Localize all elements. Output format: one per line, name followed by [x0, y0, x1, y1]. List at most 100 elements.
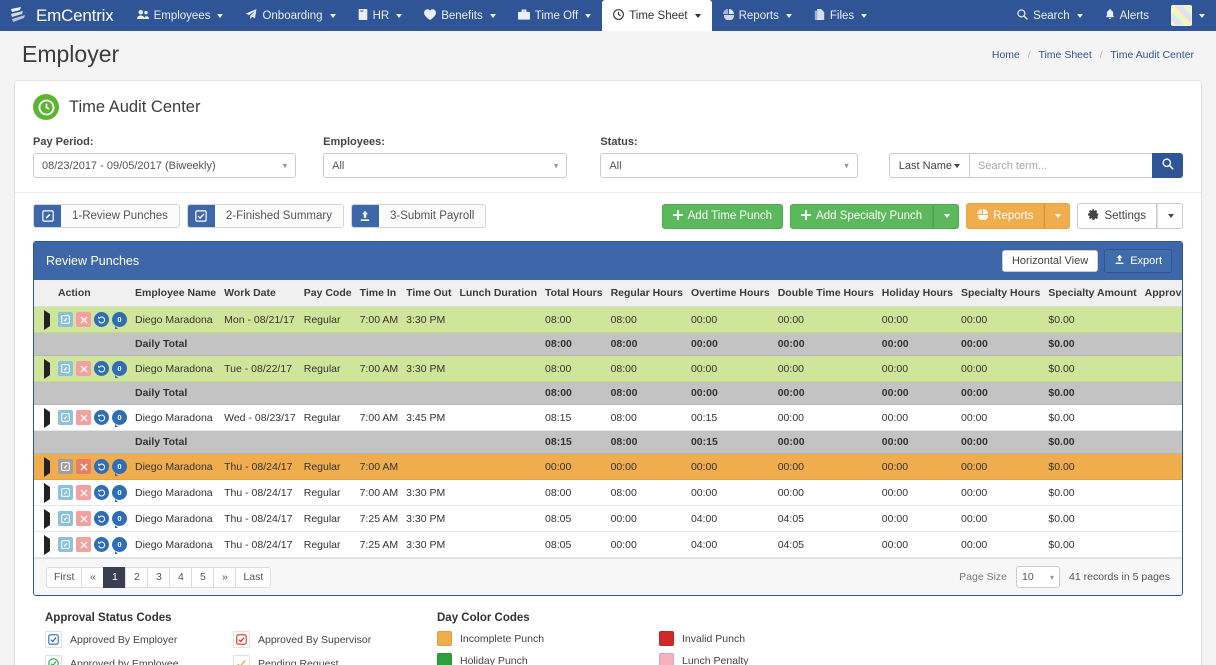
- brand-logo-link[interactable]: EmCentrix: [0, 0, 126, 31]
- expand-row-icon[interactable]: [44, 508, 50, 529]
- edit-icon[interactable]: [58, 410, 73, 425]
- th-time-in[interactable]: Time In: [355, 280, 403, 307]
- search-submit-button[interactable]: [1152, 153, 1183, 178]
- status-label: Status:: [600, 136, 638, 148]
- note-count-icon[interactable]: 0: [112, 410, 127, 427]
- settings-dropdown-toggle[interactable]: [1157, 203, 1183, 229]
- th-work-date[interactable]: Work Date: [220, 280, 300, 307]
- cell-overtime-hours: 00:00: [686, 479, 774, 506]
- history-revert-icon[interactable]: [94, 537, 109, 552]
- page-size-select[interactable]: 10 ▾: [1016, 566, 1061, 588]
- nav-item-files[interactable]: Files: [803, 0, 878, 31]
- history-revert-icon[interactable]: [94, 361, 109, 376]
- expand-row-icon[interactable]: [44, 534, 50, 555]
- step-review-punches[interactable]: 1-Review Punches: [33, 204, 180, 228]
- history-revert-icon[interactable]: [94, 410, 109, 425]
- nav-item-alerts[interactable]: Alerts: [1094, 0, 1160, 31]
- expand-row-icon[interactable]: [44, 482, 50, 503]
- expand-row-icon[interactable]: [44, 358, 50, 379]
- settings-button[interactable]: Settings: [1077, 203, 1157, 229]
- cell-lunch-duration: [455, 531, 542, 558]
- step-finished-summary[interactable]: 2-Finished Summary: [186, 204, 344, 228]
- employees-select[interactable]: All ▾: [323, 153, 568, 178]
- history-revert-icon[interactable]: [94, 485, 109, 500]
- page-button-5[interactable]: 5: [191, 566, 214, 588]
- breadcrumb-time-sheet[interactable]: Time Sheet: [1038, 49, 1091, 61]
- delete-x-icon[interactable]: [76, 361, 91, 376]
- reports-button[interactable]: Reports: [966, 203, 1045, 229]
- search-input[interactable]: [969, 153, 1152, 178]
- user-menu[interactable]: [1160, 0, 1216, 31]
- nav-item-time-sheet[interactable]: Time Sheet: [602, 0, 712, 31]
- th-pay-code[interactable]: Pay Code: [299, 280, 356, 307]
- delete-x-icon[interactable]: [76, 410, 91, 425]
- history-revert-icon[interactable]: [94, 511, 109, 526]
- breadcrumb-time-audit-center[interactable]: Time Audit Center: [1110, 49, 1194, 61]
- edit-icon[interactable]: [58, 537, 73, 552]
- nav-item-time-off[interactable]: Time Off: [507, 0, 602, 31]
- cell-lunch-duration: [455, 479, 542, 506]
- page-next-button[interactable]: »: [213, 566, 236, 588]
- th-double-time-hours[interactable]: Double Time Hours: [773, 280, 878, 307]
- nav-item-benefits[interactable]: Benefits: [413, 0, 507, 31]
- th-regular-hours[interactable]: Regular Hours: [606, 280, 687, 307]
- expand-row-icon[interactable]: [44, 309, 50, 330]
- th-time-out[interactable]: Time Out: [402, 280, 456, 307]
- add-time-punch-button[interactable]: Add Time Punch: [661, 203, 784, 229]
- th-lunch-duration[interactable]: Lunch Duration: [455, 280, 542, 307]
- th-action[interactable]: Action: [54, 280, 131, 307]
- note-count-icon[interactable]: 0: [112, 485, 127, 502]
- nav-item-hr[interactable]: HR: [347, 0, 414, 31]
- pay-period-select[interactable]: 08/23/2017 - 09/05/2017 (Biweekly) ▾: [33, 153, 297, 178]
- delete-x-icon[interactable]: [76, 537, 91, 552]
- page-button-1[interactable]: 1: [103, 566, 126, 588]
- page-last-button[interactable]: Last: [235, 566, 272, 588]
- th-specialty-amount[interactable]: Specialty Amount: [1044, 280, 1141, 307]
- th-holiday-hours[interactable]: Holiday Hours: [877, 280, 957, 307]
- th-approval[interactable]: Approval: [1140, 280, 1182, 307]
- expand-row-icon[interactable]: [44, 407, 50, 428]
- reports-dropdown-toggle[interactable]: [1044, 203, 1071, 229]
- cell-overtime-hours: 00:00: [686, 306, 774, 333]
- edit-icon[interactable]: [58, 459, 73, 474]
- delete-x-icon[interactable]: [76, 312, 91, 327]
- nav-item-onboarding[interactable]: Onboarding: [234, 0, 346, 31]
- th-total-hours[interactable]: Total Hours: [541, 280, 607, 307]
- edit-icon[interactable]: [58, 485, 73, 500]
- search-scope-dropdown[interactable]: Last Name: [888, 153, 969, 178]
- th-employee-name[interactable]: Employee Name: [131, 280, 221, 307]
- edit-icon[interactable]: [58, 312, 73, 327]
- history-revert-icon[interactable]: [94, 459, 109, 474]
- breadcrumb-home[interactable]: Home: [992, 49, 1020, 61]
- note-count-icon[interactable]: 0: [112, 537, 127, 554]
- expand-row-icon[interactable]: [44, 456, 50, 477]
- export-button[interactable]: Export: [1104, 249, 1172, 273]
- cell-time-in: [355, 381, 403, 405]
- cell-holiday-hours: 00:00: [877, 430, 957, 454]
- horizontal-view-button[interactable]: Horizontal View: [1001, 250, 1099, 272]
- delete-x-icon[interactable]: [76, 511, 91, 526]
- note-count-icon[interactable]: 0: [112, 459, 127, 476]
- page-button-2[interactable]: 2: [125, 566, 148, 588]
- edit-icon[interactable]: [58, 511, 73, 526]
- add-specialty-punch-dropdown-toggle[interactable]: [933, 203, 960, 229]
- status-select[interactable]: All ▾: [600, 153, 858, 178]
- nav-item-reports[interactable]: Reports: [712, 0, 803, 31]
- page-prev-button[interactable]: «: [81, 566, 104, 588]
- page-button-4[interactable]: 4: [169, 566, 192, 588]
- delete-x-icon[interactable]: [76, 485, 91, 500]
- nav-item-employees[interactable]: Employees: [126, 0, 235, 31]
- edit-icon[interactable]: [58, 361, 73, 376]
- delete-x-icon[interactable]: [76, 459, 91, 474]
- add-specialty-punch-button[interactable]: Add Specialty Punch: [790, 203, 934, 229]
- nav-item-search[interactable]: Search: [1006, 0, 1093, 31]
- th-overtime-hours[interactable]: Overtime Hours: [686, 280, 774, 307]
- note-count-icon[interactable]: 0: [112, 361, 127, 378]
- note-count-icon[interactable]: 0: [112, 511, 127, 528]
- page-first-button[interactable]: First: [46, 566, 82, 588]
- history-revert-icon[interactable]: [94, 312, 109, 327]
- note-count-icon[interactable]: 0: [112, 312, 127, 329]
- page-button-3[interactable]: 3: [147, 566, 170, 588]
- step-submit-payroll[interactable]: 3-Submit Payroll: [350, 204, 487, 228]
- th-specialty-hours[interactable]: Specialty Hours: [956, 280, 1045, 307]
